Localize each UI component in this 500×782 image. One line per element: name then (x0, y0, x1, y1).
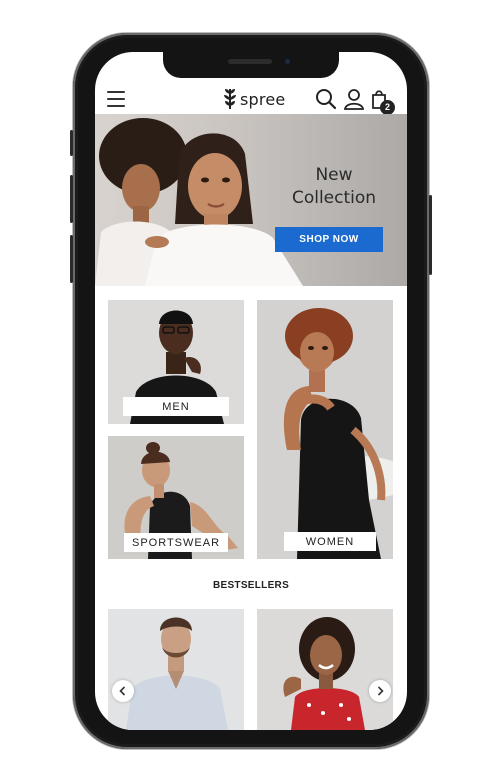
women-category-image (257, 300, 393, 559)
category-tile-men[interactable]: MEN (108, 300, 244, 424)
shop-now-button[interactable]: SHOP NOW (275, 227, 383, 252)
notch (163, 52, 339, 78)
product-card-2[interactable] (257, 609, 393, 730)
chevron-left-icon (119, 686, 126, 696)
chevron-right-icon (377, 686, 384, 696)
phone-volume-up (70, 175, 73, 223)
spree-logo-icon (224, 89, 236, 109)
category-label-sportswear: SPORTSWEAR (124, 533, 228, 552)
category-label-women: WOMEN (284, 532, 376, 551)
carousel-prev-button[interactable] (112, 680, 134, 702)
hero-title: New Collection (279, 164, 389, 210)
phone-power-button (429, 195, 432, 275)
category-tile-women[interactable]: WOMEN (257, 300, 393, 559)
product-image-1 (108, 609, 244, 730)
logo[interactable]: spree (223, 86, 285, 112)
logo-text: spree (240, 89, 286, 109)
bestsellers-title: BESTSELLERS (212, 580, 290, 591)
product-card-1[interactable] (108, 609, 244, 730)
front-camera (283, 57, 292, 66)
hamburger-icon[interactable] (107, 91, 125, 107)
cart-count-badge: 2 (380, 100, 395, 115)
app-header: spree 2 (95, 82, 407, 118)
hero-banner[interactable]: New Collection SHOP NOW (95, 114, 407, 286)
category-tile-sportswear[interactable]: SPORTSWEAR (108, 436, 244, 559)
carousel-next-button[interactable] (369, 680, 391, 702)
phone-silent-switch (70, 130, 73, 156)
category-label-men: MEN (123, 397, 229, 416)
hero-title-line-2: Collection (291, 188, 377, 208)
user-icon[interactable] (343, 88, 365, 110)
phone-screen: spree 2 New Collection SHOP NOW MEN WOME… (95, 52, 407, 730)
product-image-2 (257, 609, 393, 730)
hero-models-image (95, 118, 303, 286)
hero-title-line-1: New (315, 165, 353, 185)
phone-volume-down (70, 235, 73, 283)
search-icon[interactable] (315, 88, 337, 110)
speaker-grille (228, 59, 272, 64)
